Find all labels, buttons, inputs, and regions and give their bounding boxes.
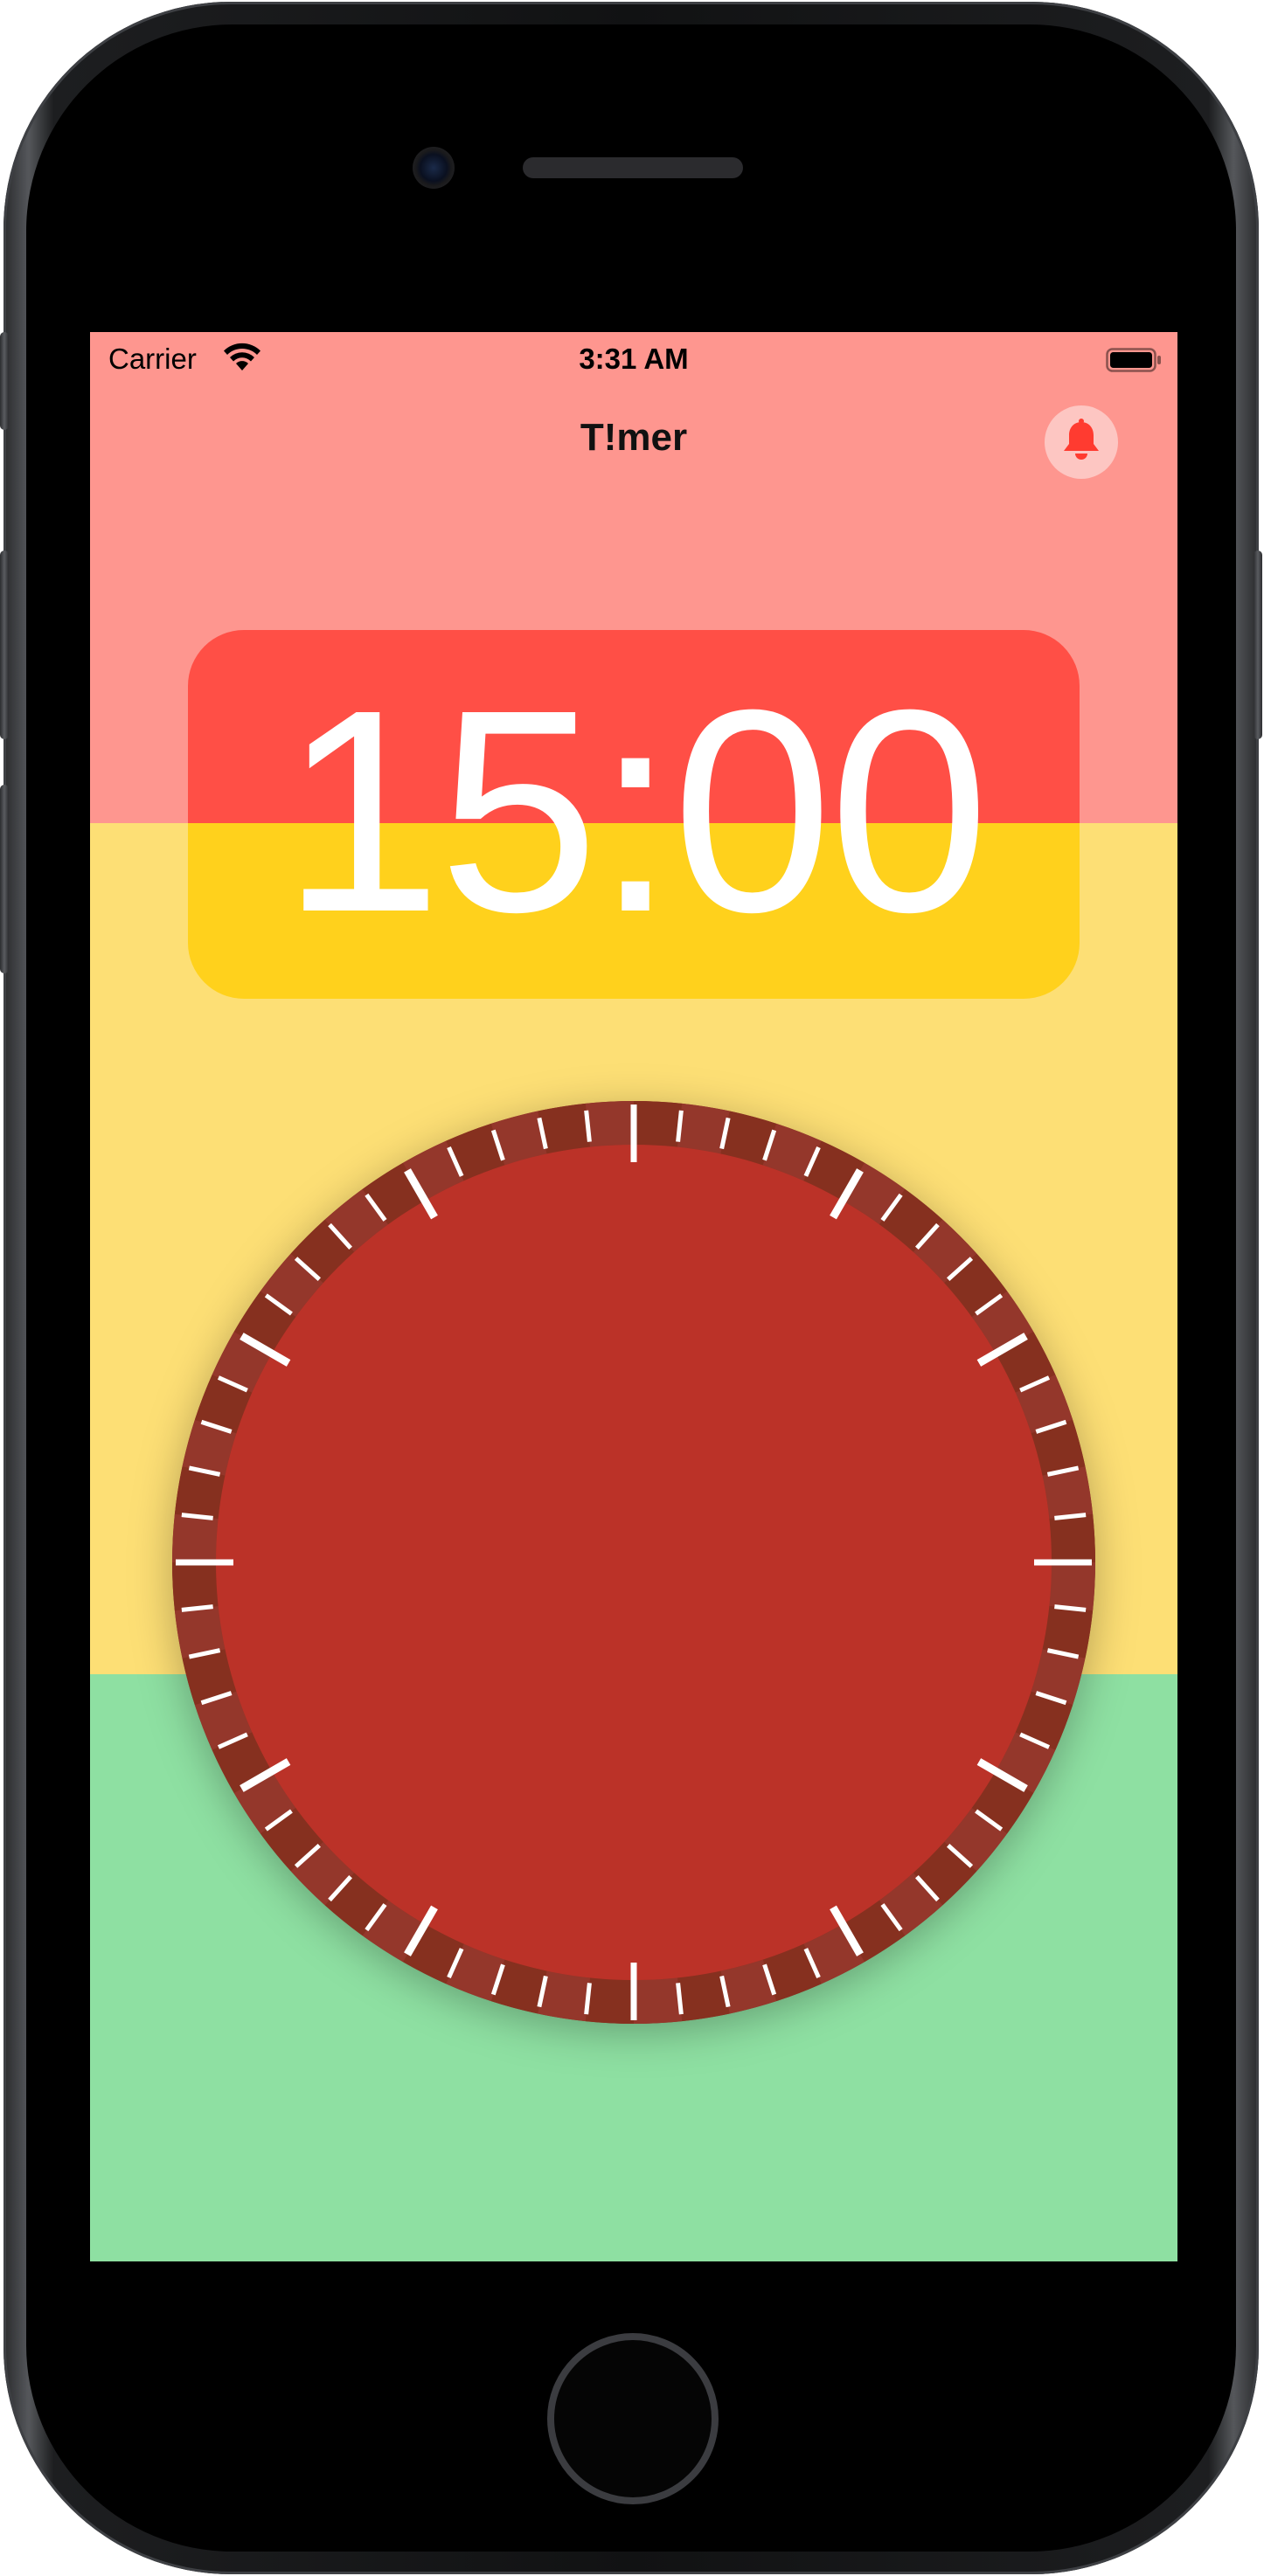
power-button bbox=[1254, 551, 1262, 739]
timer-dial[interactable] bbox=[172, 1101, 1095, 2024]
home-button[interactable] bbox=[547, 2333, 719, 2504]
timer-readout: 15:00 bbox=[281, 649, 990, 972]
dial-ring-segment bbox=[634, 1977, 683, 2024]
volume-up-button bbox=[0, 551, 9, 739]
dial-ring-segment bbox=[634, 1101, 683, 1147]
status-bar: Carrier 3:31 AM bbox=[90, 332, 1177, 384]
alarm-button[interactable] bbox=[1045, 405, 1118, 479]
app-title: T!mer bbox=[580, 416, 688, 459]
bell-icon bbox=[1061, 418, 1101, 467]
dial-ring-segment bbox=[1049, 1562, 1095, 1611]
timer-display-card: 15:00 bbox=[188, 630, 1080, 999]
dial-ring-segment bbox=[172, 1513, 219, 1562]
status-time: 3:31 AM bbox=[579, 343, 689, 375]
volume-down-button bbox=[0, 785, 9, 973]
front-camera bbox=[413, 147, 455, 189]
dial-ring-segment bbox=[172, 1562, 219, 1611]
dial-ring-segment bbox=[1049, 1513, 1095, 1562]
earpiece-speaker bbox=[523, 157, 743, 178]
app-screen: Carrier 3:31 AM T!mer 15:00 bbox=[90, 332, 1177, 2261]
dial-ring-segment bbox=[585, 1977, 634, 2024]
battery-icon bbox=[1106, 346, 1161, 372]
dial-ring-segment bbox=[585, 1101, 634, 1147]
mute-switch bbox=[0, 332, 9, 430]
dial-face[interactable] bbox=[216, 1145, 1052, 1980]
